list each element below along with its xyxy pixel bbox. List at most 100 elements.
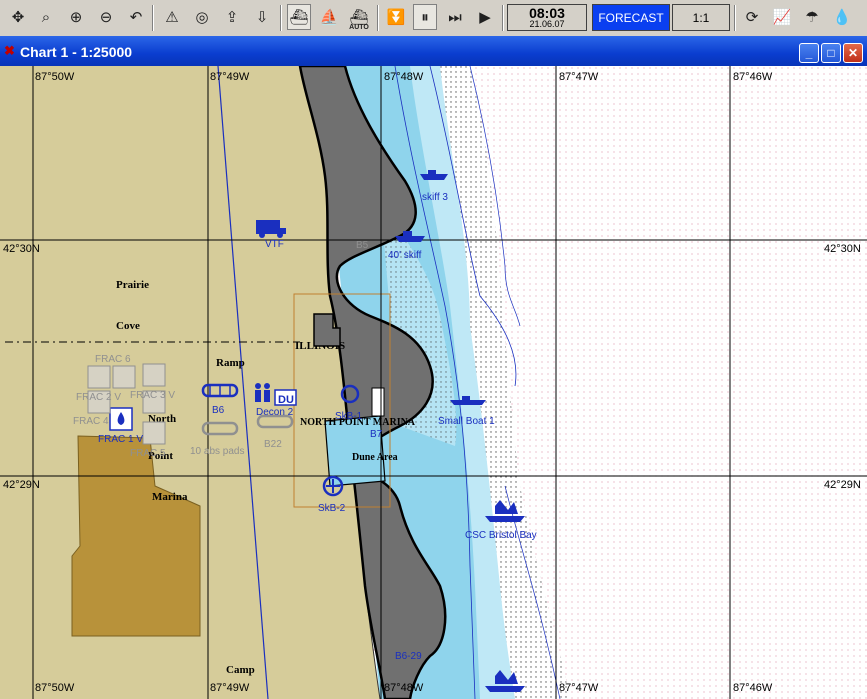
nautical-chart[interactable]: 87°50W 87°49W 87°48W 87°47W 87°46W 87°50…	[0, 66, 867, 699]
toolbar-separator	[152, 5, 154, 31]
lat-label-left: 42°29N	[3, 479, 40, 491]
zoom-window-button[interactable]: ⌕	[34, 4, 58, 30]
lon-label-top: 87°47W	[559, 71, 599, 83]
export-icon: ⇪	[225, 9, 239, 26]
fast-forward-button[interactable]: ⏭	[443, 4, 467, 30]
resource-label: VTF	[265, 239, 284, 250]
compass-tool-icon: ⚠	[165, 9, 179, 26]
play-button[interactable]: ▶	[473, 4, 497, 30]
resource-label: FRAC 5	[130, 448, 166, 459]
lon-label-bottom: 87°50W	[35, 682, 75, 694]
resource-label: FRAC 3 V	[130, 390, 175, 401]
zoom-out-button[interactable]: ⊖	[94, 4, 118, 30]
place-name: Ramp	[216, 357, 245, 369]
weather-button[interactable]: ☂	[800, 4, 824, 30]
minimize-button[interactable]: _	[799, 43, 819, 63]
toolbar-separator	[280, 5, 282, 31]
pause-button[interactable]: ⏸	[413, 4, 437, 30]
zoom-in-button[interactable]: ⊕	[64, 4, 88, 30]
maximize-button[interactable]: □	[821, 43, 841, 63]
pan-tool-button[interactable]: ✥	[6, 4, 30, 30]
lon-label-bottom: 87°48W	[384, 682, 424, 694]
resource-label: B6-29	[395, 651, 422, 662]
resource-label: B22	[264, 439, 282, 450]
ship-outline-icon: ⛵	[319, 9, 339, 26]
place-name: Marina	[152, 491, 188, 503]
resource-label: SkB-1	[335, 411, 363, 422]
toolbar-separator	[377, 5, 379, 31]
zoom-out-icon: ⊖	[99, 9, 113, 26]
pause-icon: ⏸	[421, 8, 429, 26]
lat-label-right: 42°30N	[824, 243, 861, 255]
lon-label-bottom: 87°47W	[559, 682, 599, 694]
lon-label-top: 87°49W	[210, 71, 250, 83]
auto-mode-button[interactable]: ⛴ AUTO	[347, 4, 371, 31]
resource-label: DU	[278, 394, 294, 406]
lat-label-right: 42°29N	[824, 479, 861, 491]
resource-label: FRAC 1 V	[98, 434, 143, 445]
toolbar-separator	[734, 5, 736, 31]
weather-icon: ☂	[805, 9, 819, 26]
place-name: Cove	[116, 320, 140, 332]
place-name: Prairie	[116, 279, 149, 291]
refresh-button[interactable]: ⟳	[740, 4, 764, 30]
ship-mode-icon: ⛴	[289, 9, 309, 26]
stop-button[interactable]: ⏬	[384, 4, 408, 30]
spill-button[interactable]: 💧	[830, 4, 854, 30]
chart-window-titlebar[interactable]: ✖ Chart 1 - 1:25000 _ □ ✕	[0, 36, 867, 66]
zoom-window-icon: ⌕	[41, 8, 51, 26]
truck-wheel	[277, 232, 283, 238]
lon-label-bottom: 87°46W	[733, 682, 773, 694]
close-button[interactable]: ✕	[843, 43, 863, 63]
lon-label-bottom: 87°49W	[210, 682, 250, 694]
target-icon: ◎	[195, 9, 209, 26]
time-scale-field[interactable]: 1:1	[672, 4, 730, 31]
resource-label: 10 abs pads	[190, 446, 245, 457]
resource-label: FRAC 4	[73, 416, 109, 427]
undo-view-icon: ↶	[129, 9, 143, 26]
import-icon: ⇩	[255, 9, 269, 26]
resource-label: B6	[212, 405, 225, 416]
refresh-icon: ⟳	[745, 9, 759, 26]
resource-label: FRAC 2 V	[76, 392, 121, 403]
truck-wheel	[259, 232, 265, 238]
ship-outline-button[interactable]: ⛵	[317, 4, 341, 30]
resource-label: B5	[356, 240, 369, 251]
resource-label: 40' skiff	[388, 250, 422, 261]
main-toolbar: ✥ ⌕ ⊕ ⊖ ↶ ⚠ ◎ ⇪ ⇩ ⛴ ⛵ ⏬ ⏸ ⏭ ▶ ⟳ 📈 ☂ 💧 ⛴ AUTO 08:03 21.06.0…	[0, 0, 867, 37]
window-title: Chart 1 - 1:25000	[20, 44, 133, 60]
clock-date: 21.06.07	[529, 19, 565, 29]
chart-graph-icon: 📈	[772, 9, 792, 26]
app-icon: ✖	[4, 43, 15, 58]
toolbar-separator	[502, 5, 504, 31]
chart-graph-button[interactable]: 📈	[770, 4, 794, 30]
undo-view-button[interactable]: ↶	[124, 4, 148, 30]
lon-label-top: 87°48W	[384, 71, 424, 83]
import-button[interactable]: ⇩	[250, 4, 274, 30]
ship-mode-button[interactable]: ⛴	[287, 4, 311, 30]
target-button[interactable]: ◎	[190, 4, 214, 30]
lon-label-top: 87°50W	[35, 71, 75, 83]
export-button[interactable]: ⇪	[220, 4, 244, 30]
clock-time: 08:03	[529, 5, 565, 21]
fast-forward-icon: ⏭	[448, 8, 462, 26]
place-name: Camp	[226, 664, 255, 676]
spill-icon: 💧	[832, 9, 852, 26]
marina-channel	[371, 387, 385, 417]
compass-tool-button[interactable]: ⚠	[160, 4, 184, 30]
resource-label: FRAC 6	[95, 354, 131, 365]
place-name: Dune Area	[352, 452, 398, 463]
sim-clock[interactable]: 08:03 21.06.07	[507, 4, 587, 31]
lon-label-top: 87°46W	[733, 71, 773, 83]
play-icon: ▶	[479, 9, 491, 26]
resource-label: B7	[370, 429, 383, 440]
zoom-in-icon: ⊕	[69, 9, 83, 26]
pan-tool-icon: ✥	[11, 9, 25, 26]
forecast-button[interactable]: FORECAST	[592, 4, 670, 31]
resource-label: Small Boat 1	[438, 416, 495, 427]
resource-label: SkB-2	[318, 503, 346, 514]
resource-label: skiff 3	[422, 192, 448, 203]
stop-icon: ⏬	[386, 9, 406, 26]
resource-label: CSC Bristol Bay	[465, 530, 537, 541]
lat-label-left: 42°30N	[3, 243, 40, 255]
